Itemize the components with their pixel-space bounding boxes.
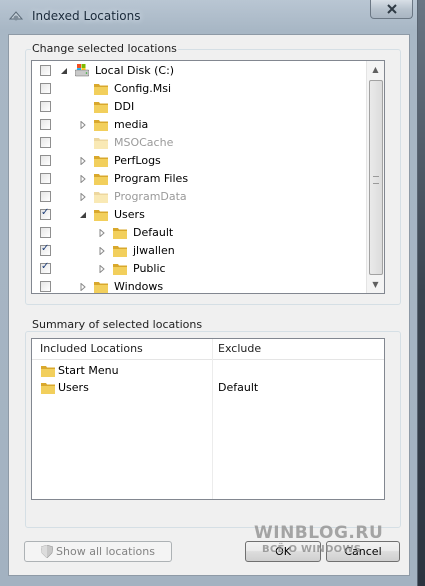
checkbox[interactable]	[40, 137, 51, 148]
tree-item-label: Windows	[114, 280, 164, 293]
shield-icon	[41, 545, 54, 558]
folder-icon	[94, 120, 108, 131]
tree-item-label: Config.Msi	[114, 82, 172, 95]
tree-item-label: DDI	[114, 100, 135, 113]
summary-row[interactable]: Start Menu	[32, 362, 384, 379]
folder-icon	[94, 102, 108, 113]
tree-item[interactable]: media	[32, 116, 368, 134]
tree-item[interactable]: PerfLogs	[32, 152, 368, 170]
tree-item-label: Default	[133, 226, 174, 239]
folder-icon	[41, 383, 55, 394]
show-all-label: Show all locations	[56, 545, 155, 558]
grip-icon	[373, 176, 379, 184]
checkbox[interactable]	[40, 207, 51, 220]
chevron-up-icon: ▲	[372, 65, 379, 74]
checkbox[interactable]	[40, 65, 51, 76]
summary-group-label: Summary of selected locations	[31, 318, 204, 331]
tree-item[interactable]: Users	[32, 206, 368, 224]
summary-row[interactable]: Users Default	[32, 379, 384, 396]
window-title: Indexed Locations	[32, 9, 141, 23]
folder-icon	[41, 366, 55, 377]
checkbox[interactable]	[40, 281, 51, 292]
checkbox[interactable]	[40, 191, 51, 202]
close-icon	[386, 4, 397, 14]
column-header-included[interactable]: Included Locations	[40, 342, 143, 355]
summary-header: Included Locations Exclude	[32, 339, 384, 360]
folder-icon	[94, 174, 108, 185]
ok-label: OK	[275, 545, 291, 558]
tree-item-label: Public	[133, 262, 166, 275]
tree-item-label: ProgramData	[114, 190, 187, 203]
checkbox[interactable]	[40, 227, 51, 238]
close-button[interactable]	[370, 0, 413, 19]
checkbox[interactable]	[40, 261, 51, 274]
folder-icon	[94, 210, 108, 221]
tree-item-label: media	[114, 118, 149, 131]
cancel-button[interactable]: Cancel	[326, 541, 400, 562]
collapsed-arrow-icon[interactable]	[79, 175, 87, 183]
checkbox[interactable]	[40, 243, 51, 256]
collapsed-arrow-icon[interactable]	[98, 247, 106, 255]
checkbox[interactable]	[40, 173, 51, 184]
tree-item[interactable]: Program Files	[32, 170, 368, 188]
folder-icon	[113, 228, 127, 239]
tree-item-label: Users	[114, 208, 145, 221]
tree-item[interactable]: DDI	[32, 98, 368, 116]
tree-item-label: Local Disk (C:)	[95, 64, 175, 77]
tree-item[interactable]: jlwallen	[32, 242, 368, 260]
ok-button[interactable]: OK	[245, 541, 321, 562]
show-all-locations-button[interactable]: Show all locations	[24, 541, 172, 562]
tree-item[interactable]: Local Disk (C:)	[32, 62, 368, 80]
folder-icon	[113, 246, 127, 257]
scroll-down-button[interactable]: ▼	[367, 276, 384, 293]
collapsed-arrow-icon[interactable]	[98, 229, 106, 237]
collapsed-arrow-icon[interactable]	[79, 283, 87, 291]
exclude-value: Default	[218, 381, 259, 394]
included-location: Start Menu	[58, 364, 119, 377]
tree-item-label: Program Files	[114, 172, 189, 185]
locations-tree[interactable]: Local Disk (C:) Config.Msi DDI media MSOCach…	[31, 60, 385, 294]
checkbox[interactable]	[40, 101, 51, 112]
folder-icon	[94, 156, 108, 167]
collapsed-arrow-icon[interactable]	[79, 157, 87, 165]
tree-item[interactable]: Default	[32, 224, 368, 242]
folder-icon	[94, 84, 108, 95]
checkbox[interactable]	[40, 119, 51, 130]
tree-item-label: PerfLogs	[114, 154, 161, 167]
title-bar[interactable]: Indexed Locations	[0, 0, 417, 34]
tree-item[interactable]: MSOCache	[32, 134, 368, 152]
collapsed-arrow-icon[interactable]	[79, 121, 87, 129]
scroll-up-button[interactable]: ▲	[367, 61, 384, 78]
scroll-thumb[interactable]	[369, 80, 383, 275]
tree-item-label: MSOCache	[114, 136, 174, 149]
change-group-label: Change selected locations	[31, 42, 178, 55]
collapsed-arrow-icon[interactable]	[79, 193, 87, 201]
indexing-options-icon	[8, 11, 24, 21]
folder-icon	[94, 192, 108, 203]
tree-item[interactable]: ProgramData	[32, 188, 368, 206]
tree-item[interactable]: Windows	[32, 278, 368, 293]
folder-icon	[94, 138, 108, 149]
column-header-exclude[interactable]: Exclude	[218, 342, 261, 355]
folder-icon	[113, 264, 127, 275]
summary-list[interactable]: Included Locations Exclude Start Menu Us…	[31, 338, 385, 500]
checkbox[interactable]	[40, 83, 51, 94]
tree-item[interactable]: Config.Msi	[32, 80, 368, 98]
collapsed-arrow-icon[interactable]	[98, 265, 106, 273]
checkbox[interactable]	[40, 155, 51, 166]
folder-icon	[94, 282, 108, 293]
chevron-down-icon: ▼	[372, 280, 379, 289]
expanded-arrow-icon[interactable]	[60, 67, 68, 75]
drive-icon	[75, 64, 89, 77]
expanded-arrow-icon[interactable]	[79, 211, 87, 219]
tree-scrollbar[interactable]: ▲ ▼	[366, 61, 384, 293]
included-location: Users	[58, 381, 89, 394]
tree-item-label: jlwallen	[133, 244, 175, 257]
cancel-label: Cancel	[344, 545, 382, 558]
tree-item[interactable]: Public	[32, 260, 368, 278]
